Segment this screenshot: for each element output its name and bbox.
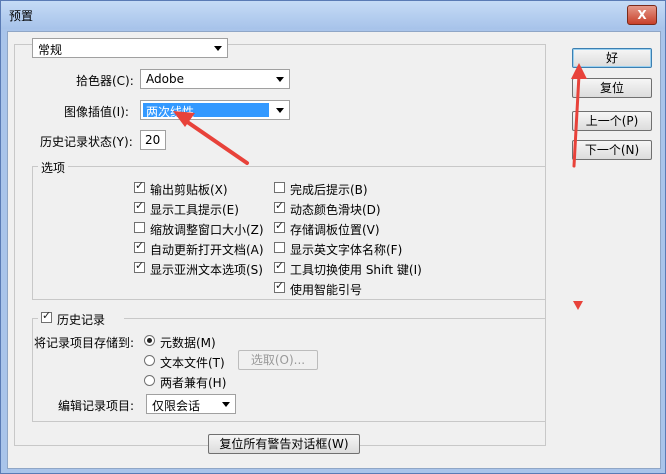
reset-button[interactable]: 复位: [572, 78, 652, 98]
previous-button[interactable]: 上一个(P): [572, 111, 652, 131]
checkbox-box[interactable]: [274, 219, 285, 233]
color-picker-label: 拾色器(C):: [76, 74, 134, 88]
edit-items-label: 编辑记录项目:: [58, 399, 135, 413]
save-to-label: 将记录项目存储到:: [34, 336, 135, 350]
chevron-down-icon: [222, 402, 230, 407]
history-states-label: 历史记录状态(Y):: [40, 135, 133, 149]
checkbox-box[interactable]: [274, 242, 285, 253]
reset-warnings-button[interactable]: 复位所有警告对话框(W): [208, 434, 360, 454]
preferences-dialog: 预置 X 常规 拾色器(C): Adobe 图像插值(I): 两次线性 历史记录…: [0, 0, 666, 474]
choose-button[interactable]: 选取(O)...: [238, 350, 318, 370]
dialog-client-area: 常规 拾色器(C): Adobe 图像插值(I): 两次线性 历史记录状态(Y)…: [7, 31, 661, 469]
title-bar[interactable]: 预置 X: [1, 1, 665, 29]
chevron-down-icon: [276, 77, 284, 82]
chevron-down-icon: [214, 46, 222, 51]
checkbox-box[interactable]: [134, 179, 145, 193]
next-button[interactable]: 下一个(N): [572, 140, 652, 160]
ok-button[interactable]: 好: [572, 48, 652, 68]
checkbox-box[interactable]: [274, 199, 285, 213]
interpolation-dropdown[interactable]: 两次线性: [140, 100, 290, 120]
checkbox-box[interactable]: [134, 259, 145, 273]
checkbox-box[interactable]: [41, 309, 52, 323]
options-group: [32, 166, 546, 300]
checkbox-box[interactable]: [134, 199, 145, 213]
interpolation-label: 图像插值(I):: [64, 105, 129, 119]
window-title: 预置: [9, 9, 34, 23]
checkbox-box[interactable]: [274, 279, 285, 293]
chevron-down-icon: [276, 108, 284, 113]
selected-value-highlight: 两次线性: [143, 103, 269, 119]
close-button[interactable]: X: [627, 5, 657, 25]
radio-dot[interactable]: [144, 375, 155, 386]
checkbox-history-log[interactable]: 历史记录: [38, 309, 124, 327]
checkbox-box[interactable]: [134, 239, 145, 253]
history-states-input[interactable]: 20: [140, 130, 166, 150]
color-picker-dropdown[interactable]: Adobe: [140, 69, 290, 89]
category-dropdown[interactable]: 常规: [32, 38, 228, 58]
checkbox-box[interactable]: [274, 259, 285, 273]
edit-items-dropdown[interactable]: 仅限会话: [146, 394, 236, 414]
radio-dot[interactable]: [144, 355, 155, 366]
checkbox-box[interactable]: [274, 182, 285, 193]
checkbox-box[interactable]: [134, 222, 145, 233]
options-group-title: 选项: [38, 159, 69, 176]
radio-dot[interactable]: [144, 335, 155, 346]
